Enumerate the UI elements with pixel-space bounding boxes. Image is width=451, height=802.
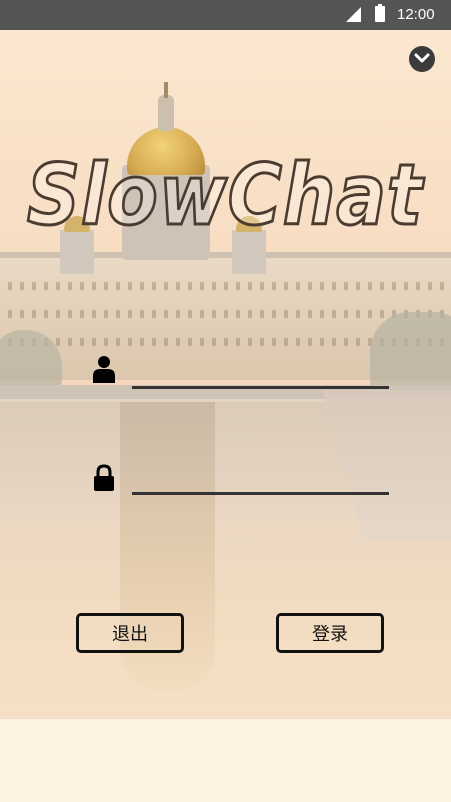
login-button[interactable]: 登录 bbox=[276, 613, 384, 653]
status-time: 12:00 bbox=[397, 6, 435, 23]
password-field[interactable] bbox=[132, 464, 389, 490]
username-underline bbox=[132, 386, 389, 389]
exit-button[interactable]: 退出 bbox=[76, 613, 184, 653]
password-underline bbox=[132, 492, 389, 495]
cathedral-spire bbox=[164, 82, 168, 98]
building-windows bbox=[0, 282, 451, 290]
bottom-strip bbox=[0, 718, 451, 802]
lock-icon bbox=[94, 464, 114, 491]
username-field[interactable] bbox=[132, 358, 389, 384]
status-bar: 12:00 bbox=[0, 0, 451, 30]
battery-icon bbox=[375, 4, 385, 22]
user-icon bbox=[93, 356, 115, 383]
app-logo: SlowChat bbox=[26, 150, 426, 240]
cell-signal-icon bbox=[346, 7, 361, 22]
building-windows bbox=[0, 310, 451, 318]
chevron-down-circle-icon[interactable] bbox=[409, 46, 435, 72]
app-logo-text: SlowChat bbox=[27, 150, 425, 240]
cathedral-lantern bbox=[158, 95, 174, 131]
